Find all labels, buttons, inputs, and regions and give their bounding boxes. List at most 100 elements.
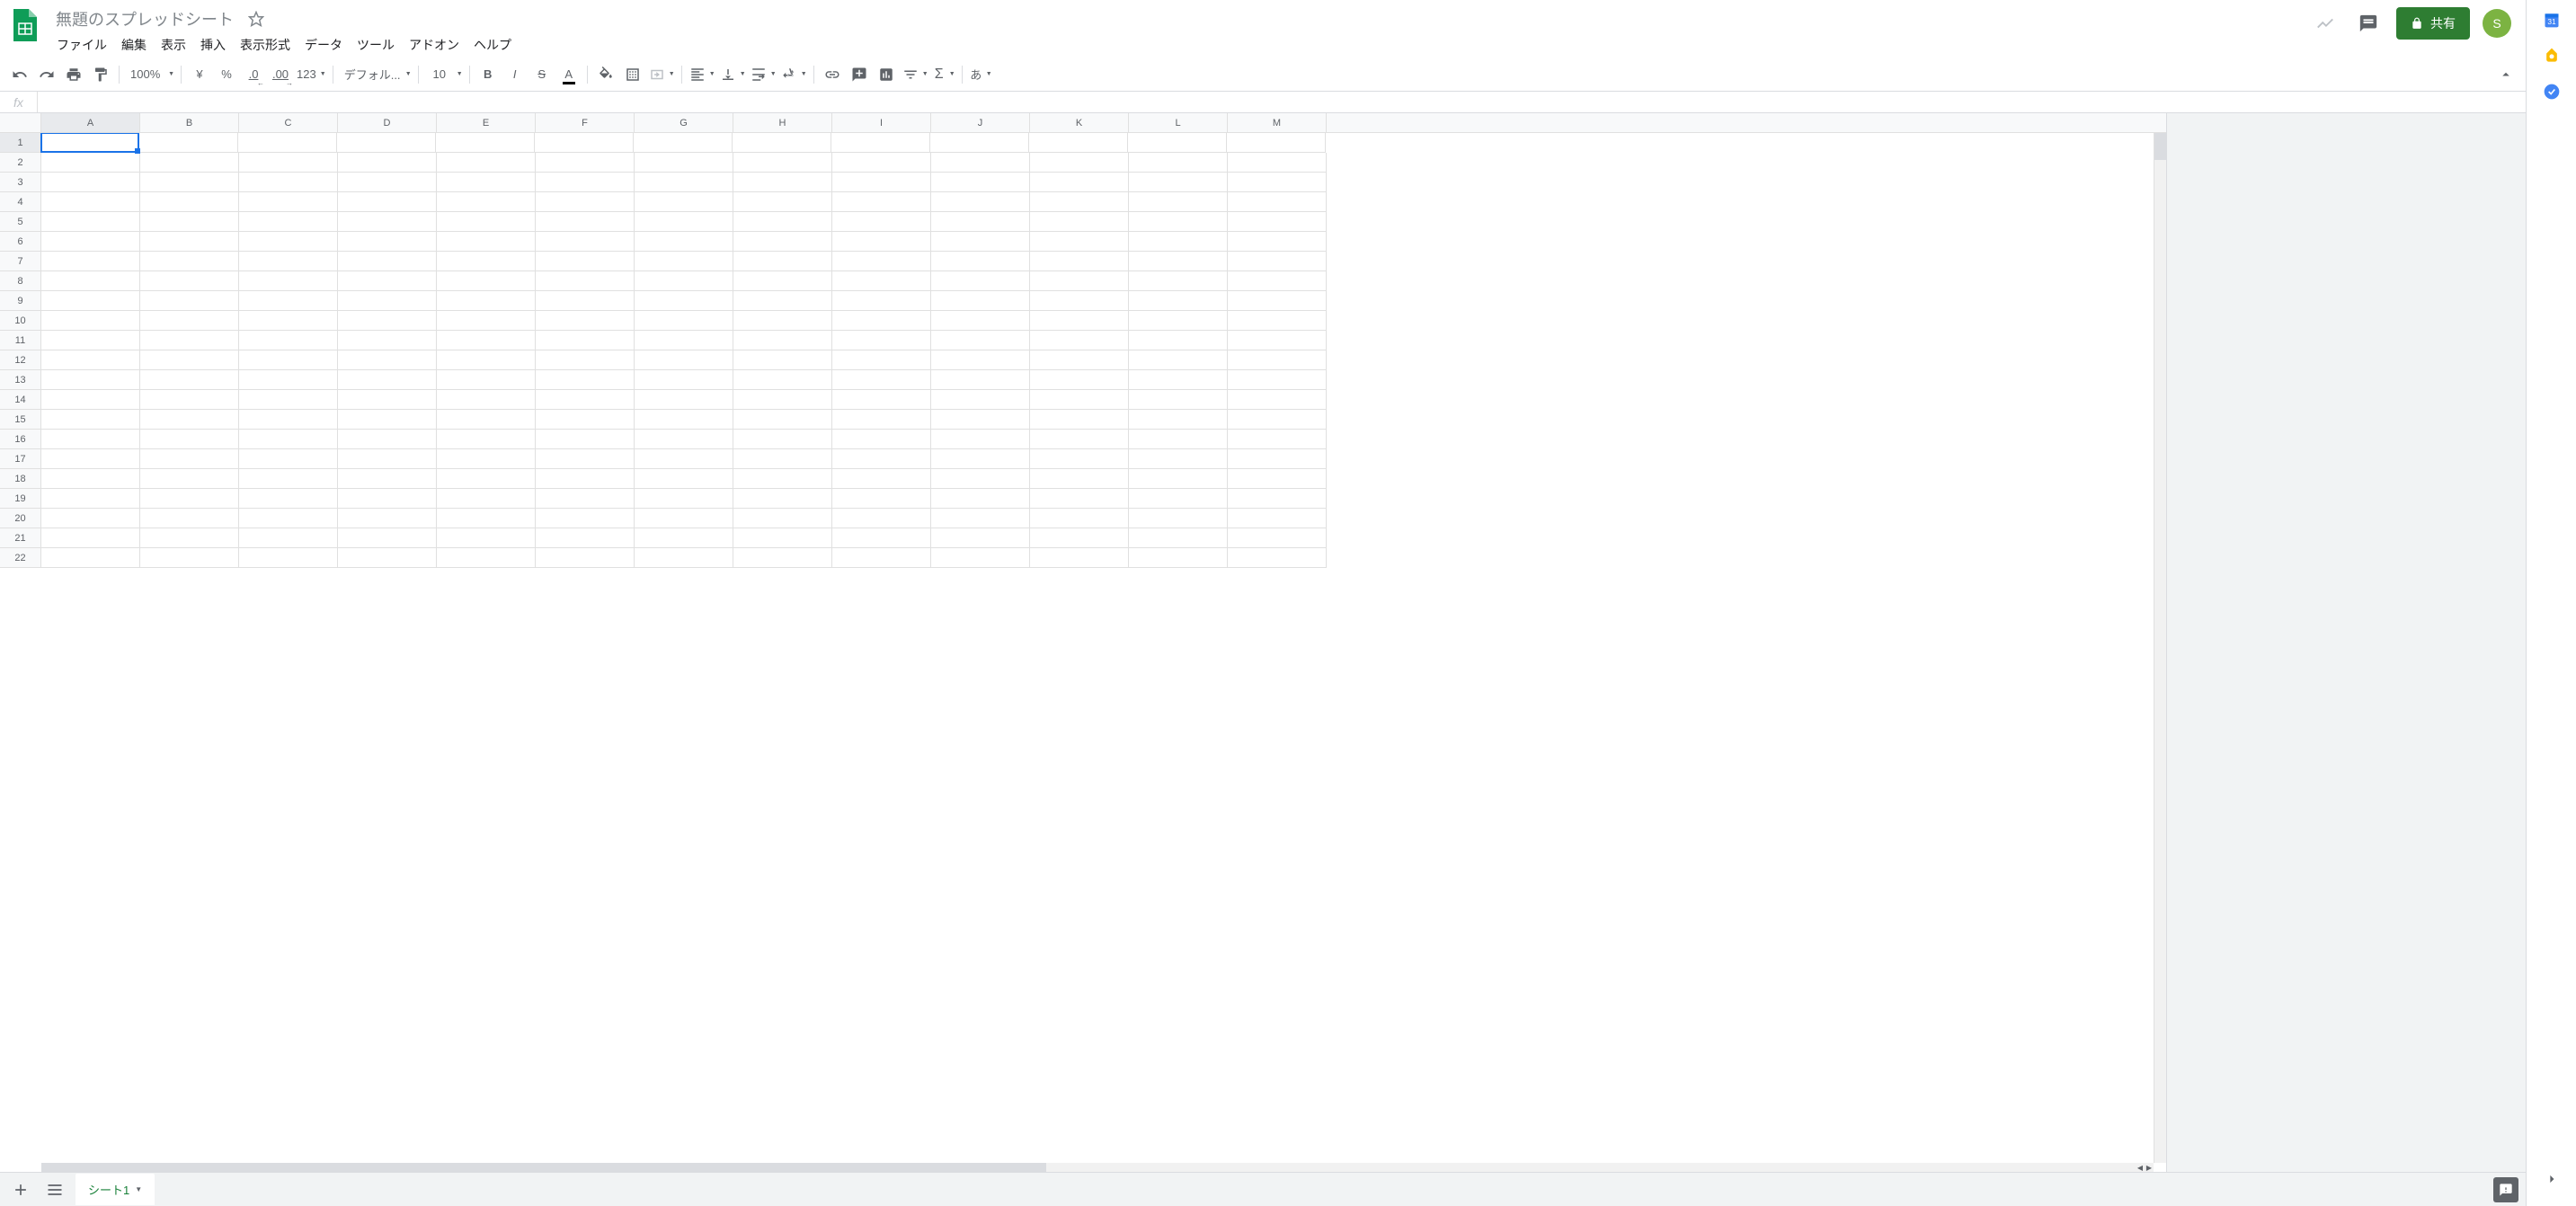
cell[interactable] [733, 370, 832, 390]
cell[interactable] [1129, 291, 1228, 311]
all-sheets-button[interactable] [41, 1176, 68, 1203]
cell[interactable] [41, 331, 140, 350]
cell[interactable] [1129, 449, 1228, 469]
cell[interactable] [536, 489, 635, 509]
cell[interactable] [536, 430, 635, 449]
cell[interactable] [239, 192, 338, 212]
cell[interactable] [536, 509, 635, 528]
cell[interactable] [536, 173, 635, 192]
cell[interactable] [832, 291, 931, 311]
cell[interactable] [41, 528, 140, 548]
cell[interactable] [733, 449, 832, 469]
cell[interactable] [1129, 489, 1228, 509]
row-header[interactable]: 8 [0, 271, 41, 291]
tasks-icon[interactable] [2543, 83, 2561, 101]
cell[interactable] [41, 449, 140, 469]
cell[interactable] [536, 192, 635, 212]
cell[interactable] [338, 331, 437, 350]
cell[interactable] [931, 173, 1030, 192]
cell[interactable] [536, 469, 635, 489]
undo-button[interactable] [7, 63, 32, 86]
cell[interactable] [931, 252, 1030, 271]
cell[interactable] [931, 350, 1030, 370]
cell[interactable] [931, 410, 1030, 430]
cell[interactable] [536, 370, 635, 390]
cell[interactable] [437, 390, 536, 410]
cell[interactable] [1030, 509, 1129, 528]
cell[interactable] [832, 173, 931, 192]
row-header[interactable]: 1 [0, 133, 41, 153]
row-header[interactable]: 11 [0, 331, 41, 350]
cell[interactable] [832, 192, 931, 212]
cell[interactable] [1030, 331, 1129, 350]
cell[interactable] [635, 449, 733, 469]
menu-view[interactable]: 表示 [155, 32, 192, 58]
cell[interactable] [1228, 232, 1327, 252]
cell[interactable] [635, 489, 733, 509]
row-header[interactable]: 22 [0, 548, 41, 568]
cell[interactable] [1228, 252, 1327, 271]
cell[interactable] [832, 489, 931, 509]
cell[interactable] [1030, 390, 1129, 410]
cell[interactable] [733, 410, 832, 430]
cell[interactable] [536, 350, 635, 370]
cell[interactable] [733, 430, 832, 449]
sheet-tab-menu-icon[interactable]: ▼ [135, 1185, 142, 1193]
menu-addons[interactable]: アドオン [403, 32, 466, 58]
cell[interactable] [930, 133, 1029, 153]
expand-side-panel-button[interactable] [2543, 1170, 2561, 1188]
cell[interactable] [239, 271, 338, 291]
cell[interactable] [536, 410, 635, 430]
cell[interactable] [437, 331, 536, 350]
cell[interactable] [239, 291, 338, 311]
row-header[interactable]: 7 [0, 252, 41, 271]
cell[interactable] [733, 291, 832, 311]
cell[interactable] [41, 311, 140, 331]
cell[interactable] [1129, 271, 1228, 291]
cell[interactable] [437, 232, 536, 252]
cell[interactable] [931, 212, 1030, 232]
cell[interactable] [140, 331, 239, 350]
cell[interactable] [635, 252, 733, 271]
cell[interactable] [338, 489, 437, 509]
cell[interactable] [239, 548, 338, 568]
cell[interactable] [1129, 350, 1228, 370]
cell[interactable] [536, 311, 635, 331]
cell[interactable] [733, 331, 832, 350]
menu-edit[interactable]: 編集 [115, 32, 153, 58]
cell[interactable] [536, 153, 635, 173]
cell[interactable] [635, 509, 733, 528]
account-avatar[interactable]: S [2483, 9, 2511, 38]
cell[interactable] [437, 252, 536, 271]
cell[interactable] [733, 528, 832, 548]
row-header[interactable]: 5 [0, 212, 41, 232]
cell[interactable] [140, 232, 239, 252]
decrease-decimal-button[interactable]: .0← [241, 63, 266, 86]
cell[interactable] [1030, 430, 1129, 449]
cell[interactable] [635, 192, 733, 212]
zoom-select[interactable]: 100%▼ [125, 63, 175, 86]
cell[interactable] [40, 133, 139, 153]
cell[interactable] [1029, 133, 1128, 153]
cell[interactable] [1030, 232, 1129, 252]
row-header[interactable]: 20 [0, 509, 41, 528]
cell[interactable] [1228, 212, 1327, 232]
cell[interactable] [1030, 469, 1129, 489]
cell[interactable] [140, 390, 239, 410]
cell[interactable] [140, 311, 239, 331]
cell[interactable] [832, 548, 931, 568]
bold-button[interactable]: B [475, 63, 501, 86]
cell[interactable] [239, 331, 338, 350]
cell[interactable] [41, 410, 140, 430]
cell[interactable] [41, 430, 140, 449]
formula-input[interactable] [38, 92, 2526, 112]
input-tools-button[interactable]: あ▼ [968, 63, 993, 86]
cell[interactable] [437, 153, 536, 173]
row-header[interactable]: 16 [0, 430, 41, 449]
cell[interactable] [140, 509, 239, 528]
cell[interactable] [338, 528, 437, 548]
cell[interactable] [437, 489, 536, 509]
cell[interactable] [1129, 153, 1228, 173]
cell[interactable] [140, 370, 239, 390]
cell[interactable] [1128, 133, 1227, 153]
